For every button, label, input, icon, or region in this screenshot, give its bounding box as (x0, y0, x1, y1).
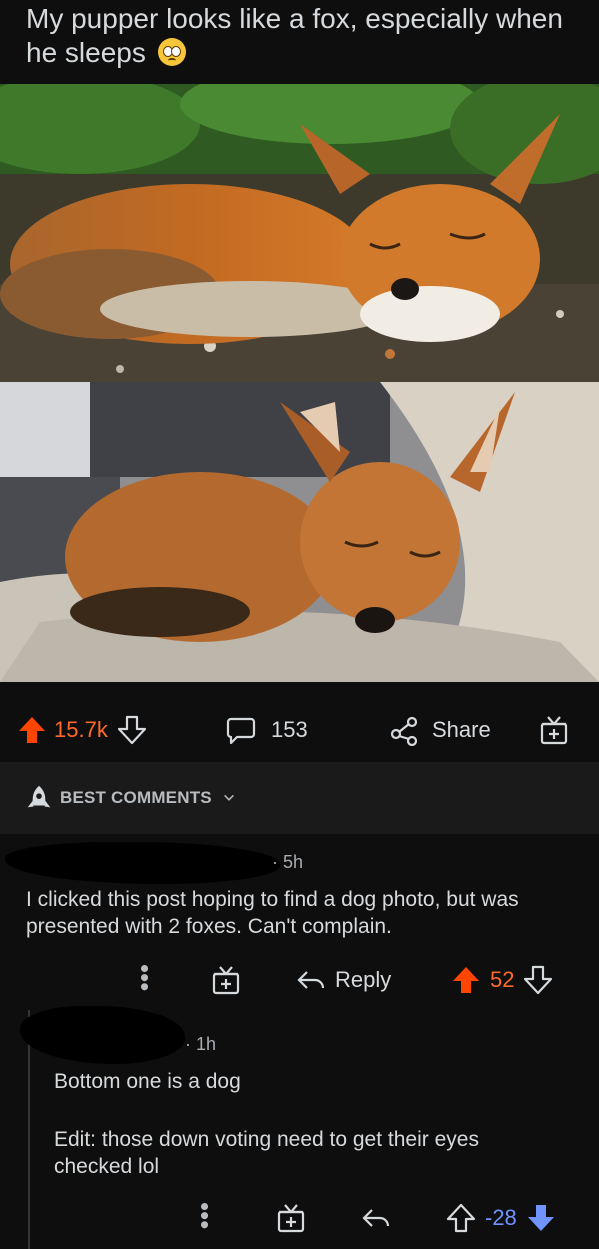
comment-sort-label: BEST COMMENTS (60, 788, 212, 807)
more-options-icon[interactable]: ••• (130, 964, 160, 991)
comment-bubble-icon (226, 717, 256, 745)
comment-body-line: Bottom one is a dog (54, 1070, 241, 1093)
more-options-icon[interactable]: ••• (190, 1202, 220, 1229)
reply-label: Reply (335, 967, 392, 992)
upvote-arrow-icon[interactable] (450, 964, 482, 996)
comment-item: · 5h I clicked this post hoping to find … (0, 834, 599, 1010)
comments-button[interactable]: 153 (225, 710, 308, 750)
comment-score: -28 (485, 1205, 517, 1230)
post-title: My pupper looks like a fox, especially w… (26, 0, 586, 70)
fox-photo[interactable] (0, 84, 599, 382)
rocket-icon (27, 785, 51, 808)
comment-actions: ••• -28 (190, 1200, 580, 1236)
post-title-text: My pupper looks like a fox, especially w… (26, 3, 563, 68)
upvote-arrow-icon[interactable] (16, 714, 48, 746)
gift-award-icon[interactable] (275, 1202, 307, 1234)
reply-arrow-icon[interactable] (360, 1202, 392, 1234)
comment-body-edit: Edit: those down voting need to get thei… (54, 1128, 479, 1178)
comment-score: 52 (490, 967, 515, 992)
gift-award-icon[interactable] (210, 964, 242, 996)
reply-button[interactable]: Reply (295, 962, 391, 998)
comment-vote-group: -28 (445, 1200, 557, 1236)
comment-item: · 1h Bottom one is a dog Edit: those dow… (0, 1004, 599, 1249)
share-button[interactable]: Share (388, 710, 491, 750)
comment-vote-group: 52 (450, 962, 554, 998)
post-action-bar: 15.7k 153 Share (0, 700, 599, 760)
reply-arrow-icon (297, 971, 325, 989)
comment-count: 153 (271, 717, 308, 742)
downvote-arrow-icon[interactable] (116, 714, 148, 746)
pleading-face-emoji-icon (157, 38, 186, 66)
dog-photo[interactable] (0, 382, 599, 682)
upvote-arrow-icon[interactable] (445, 1202, 477, 1234)
share-label: Share (432, 717, 491, 742)
share-icon (390, 716, 418, 746)
downvote-arrow-icon[interactable] (522, 964, 554, 996)
redacted-username (5, 842, 280, 884)
chevron-down-icon (223, 794, 234, 801)
comment-timestamp: · 1h (185, 1034, 217, 1054)
award-button[interactable] (538, 710, 570, 750)
post-vote-group: 15.7k (16, 710, 148, 750)
comment-body: I clicked this post hoping to find a dog… (26, 888, 519, 938)
redacted-username (20, 1006, 185, 1064)
gift-award-icon (540, 716, 568, 745)
comment-timestamp: · 5h (272, 852, 304, 872)
post-vote-count: 15.7k (54, 717, 108, 742)
comment-sort-bar[interactable]: BEST COMMENTS (0, 762, 599, 834)
downvote-arrow-icon[interactable] (525, 1202, 557, 1234)
comment-actions: ••• Reply 52 (130, 962, 580, 998)
